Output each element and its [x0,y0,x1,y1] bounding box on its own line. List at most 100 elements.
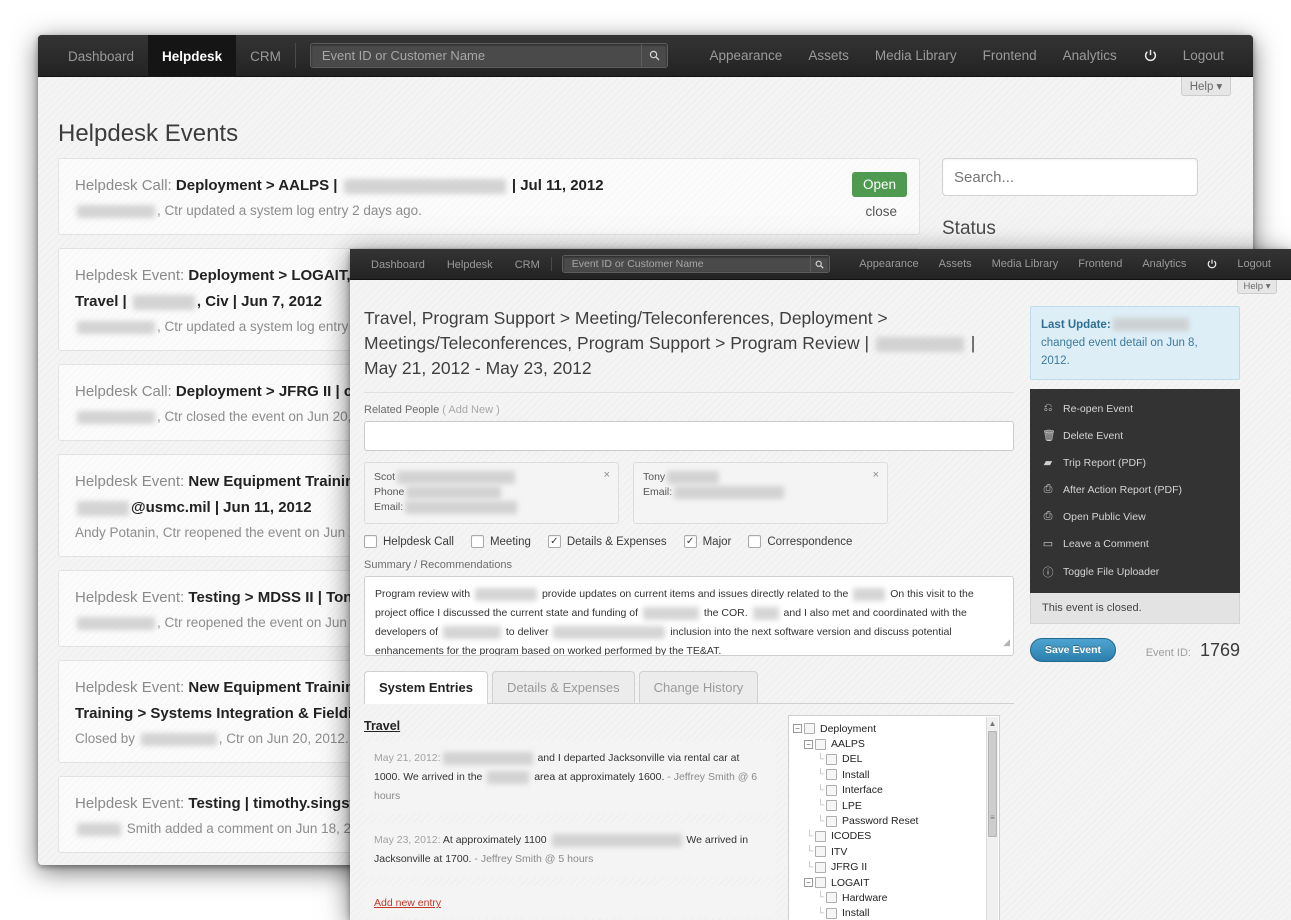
tree-checkbox-icon[interactable] [815,738,826,750]
bg-nav-frontend[interactable]: Frontend [970,35,1050,77]
bg-nav-logout[interactable]: Logout [1170,35,1237,77]
fg-nav-crm[interactable]: CRM [504,249,551,280]
tree-node[interactable]: └ Interface [793,783,995,798]
action-after-action-report-pdf[interactable]: ⎙ After Action Report (PDF) [1030,476,1240,503]
tree-node[interactable]: − LOGAIT [793,875,995,890]
tree-node[interactable]: └ Hardware [793,890,995,905]
scroll-up-icon[interactable]: ▲ [987,719,998,728]
checkbox-major[interactable]: ✓ Major [683,535,731,548]
system-entry[interactable]: May 23, 2012: At approximately 1100 We a… [364,823,776,877]
tree-node[interactable]: └ ITV [793,844,995,859]
checkbox-checked-icon[interactable]: ✓ [547,535,561,548]
power-icon[interactable] [1131,35,1170,77]
tree-checkbox-icon[interactable] [826,753,837,765]
fg-nav-media-library[interactable]: Media Library [982,249,1069,280]
sidebar-search-input[interactable] [942,158,1198,196]
tree-checkbox-icon[interactable] [815,846,826,858]
tab-system-entries[interactable]: System Entries [364,671,488,704]
search-icon[interactable] [809,256,829,272]
fg-help-button[interactable]: Help ▾ [1237,280,1277,294]
tree-expander-icon[interactable]: − [804,878,813,888]
action-leave-a-comment[interactable]: ▭ Leave a Comment [1030,530,1240,557]
action-re-open-event[interactable]: ⎌ Re-open Event [1030,395,1240,422]
checkbox-correspondence[interactable]: Correspondence [748,535,852,548]
summary-textarea[interactable]: Program review with provide updates on c… [364,576,1014,656]
tree-node[interactable]: └ DEL [793,752,995,767]
tree-checkbox-icon[interactable] [826,769,837,781]
tree-checkbox-icon[interactable] [815,861,826,873]
bg-nav-assets[interactable]: Assets [795,35,862,77]
tab-change-history[interactable]: Change History [638,671,759,703]
tree-expander-icon[interactable]: − [804,739,813,749]
fg-nav-appearance[interactable]: Appearance [849,249,928,280]
close-event-link[interactable]: close [865,204,897,219]
save-event-button[interactable]: Save Event [1030,638,1117,662]
person-card[interactable]: × Scot Phone Email: [364,462,619,524]
bg-help-button[interactable]: Help ▾ [1181,77,1231,96]
tree-node[interactable]: └ ICODES [793,829,995,844]
add-new-entry-link[interactable]: Add new entry [374,897,441,909]
action-trip-report-pdf[interactable]: ▰ Trip Report (PDF) [1030,449,1240,476]
checkbox-details-expenses[interactable]: ✓ Details & Expenses [547,535,667,548]
resize-grip-icon[interactable]: ◢ [1003,633,1010,652]
tree-node[interactable]: └ Password Reset [793,813,995,828]
tree-checkbox-icon[interactable] [826,784,837,796]
checkbox-helpdesk-call[interactable]: Helpdesk Call [364,535,454,548]
tree-node[interactable]: − Deployment [793,721,995,736]
tree-checkbox-icon[interactable] [826,815,837,827]
category-tree[interactable]: − Deployment − AALPS └ DEL └ Install └ Interface └… [788,715,1000,920]
action-toggle-file-uploader[interactable]: ⓘ Toggle File Uploader [1030,557,1240,587]
tree-checkbox-icon[interactable] [826,892,837,904]
tree-scrollbar[interactable]: ▲ ≡ [986,717,998,920]
bg-nav-helpdesk[interactable]: Helpdesk [148,35,237,77]
action-delete-event[interactable]: 🗑 Delete Event [1030,422,1240,449]
event-subtitle-text: , Ctr updated a system log entry 2 days … [157,203,422,218]
event-row[interactable]: Helpdesk Call: Deployment > AALPS | | Ju… [58,158,920,235]
tree-checkbox-icon[interactable] [815,830,826,842]
tree-checkbox-icon[interactable] [804,723,815,735]
related-people-input[interactable] [364,421,1014,451]
add-new-person-link[interactable]: ( Add New ) [442,404,499,416]
bg-search-box[interactable] [309,43,668,68]
tree-node[interactable]: └ Install [793,767,995,782]
remove-person-icon[interactable]: × [873,468,879,483]
tree-node[interactable]: └ LPE [793,798,995,813]
bg-nav-dashboard[interactable]: Dashboard [54,35,148,77]
tree-node-label: Install [842,907,870,920]
checkbox-checked-icon[interactable]: ✓ [683,535,697,548]
event-id-label: Event ID: [1145,646,1191,659]
tree-checkbox-icon[interactable] [826,907,837,919]
checkbox-icon[interactable] [364,535,377,548]
bg-nav-crm[interactable]: CRM [236,35,295,77]
power-icon[interactable] [1197,249,1227,280]
checkbox-icon[interactable] [470,535,484,548]
fg-search-input[interactable] [569,257,810,271]
system-entry[interactable]: May 21, 2012: and I departed Jacksonvill… [364,741,776,814]
status-badge[interactable]: Open [851,172,907,197]
fg-nav-logout[interactable]: Logout [1227,249,1281,280]
fg-nav-analytics[interactable]: Analytics [1132,249,1196,280]
tab-details-expenses[interactable]: Details & Expenses [491,671,635,703]
fg-nav-dashboard[interactable]: Dashboard [360,249,436,280]
checkbox-meeting[interactable]: Meeting [470,535,531,548]
tree-expander-icon[interactable]: − [793,724,802,734]
fg-search-box[interactable] [561,255,830,273]
fg-nav-frontend[interactable]: Frontend [1068,249,1132,280]
tree-node[interactable]: └ Install [793,906,995,920]
search-icon[interactable] [640,44,667,67]
bg-search-input[interactable] [319,47,641,64]
bg-nav-appearance[interactable]: Appearance [697,35,796,77]
fg-nav-helpdesk[interactable]: Helpdesk [436,249,504,280]
person-card[interactable]: × Tony Email: [633,462,888,524]
bg-nav-media-library[interactable]: Media Library [862,35,970,77]
tree-node[interactable]: − AALPS [793,736,995,751]
tree-node[interactable]: └ JFRG II [793,860,995,875]
tree-checkbox-icon[interactable] [815,877,826,889]
tree-checkbox-icon[interactable] [826,800,837,812]
checkbox-icon[interactable] [748,535,762,548]
add-new-entry-row[interactable]: Add new entry [364,886,776,918]
remove-person-icon[interactable]: × [604,468,610,483]
action-open-public-view[interactable]: ⎙ Open Public View [1030,503,1240,530]
bg-nav-analytics[interactable]: Analytics [1050,35,1130,77]
fg-nav-assets[interactable]: Assets [929,249,982,280]
